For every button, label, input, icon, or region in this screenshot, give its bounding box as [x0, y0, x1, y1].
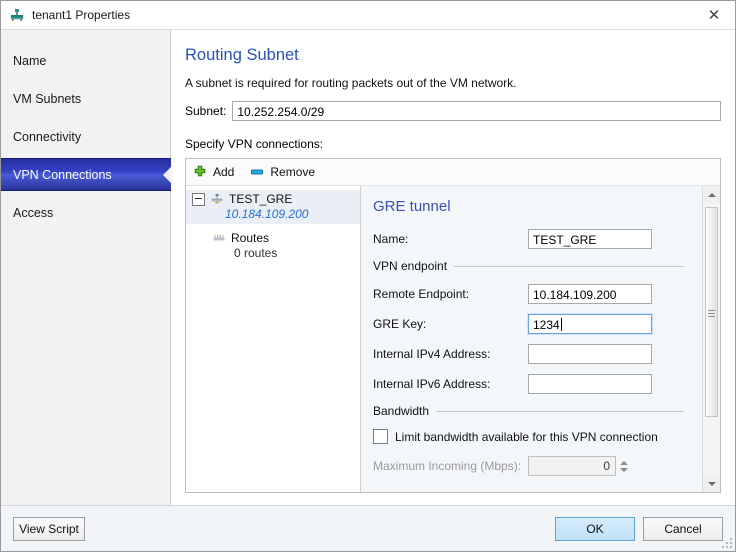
gre-key-value: 1234	[533, 318, 560, 332]
limit-bandwidth-label: Limit bandwidth available for this VPN c…	[395, 429, 658, 444]
internal-ipv4-input[interactable]	[528, 344, 652, 364]
internal-ipv4-label: Internal IPv4 Address:	[373, 347, 491, 361]
group-divider	[454, 265, 684, 267]
internal-ipv6-label: Internal IPv6 Address:	[373, 377, 491, 391]
sidebar-item-vm-subnets[interactable]: VM Subnets	[1, 82, 170, 115]
plus-icon	[193, 165, 207, 179]
main-content: Routing Subnet A subnet is required for …	[171, 30, 735, 505]
tree-node-count: 0 routes	[234, 246, 278, 260]
window-title: tenant1 Properties	[32, 8, 131, 22]
dialog-footer: View Script OK Cancel	[1, 505, 735, 551]
sidebar: Name VM Subnets Connectivity VPN Connect…	[1, 30, 172, 505]
gre-key-row: GRE Key: 1234	[373, 313, 688, 335]
close-icon[interactable]: ✕	[693, 1, 735, 29]
max-incoming-row: Maximum Incoming (Mbps): 0	[373, 456, 688, 476]
panel-toolbar: Add Remove	[186, 159, 720, 186]
tree-node-address: 10.184.109.200	[225, 207, 309, 221]
collapse-expander-icon[interactable]	[192, 192, 205, 206]
vpn-endpoint-group-header: VPN endpoint	[373, 259, 688, 273]
subnet-input[interactable]: 10.252.254.0/29	[232, 101, 721, 121]
bandwidth-group-label: Bandwidth	[373, 404, 430, 418]
name-row: Name: TEST_GRE	[373, 229, 688, 249]
tree-node-label: TEST_GRE	[229, 192, 293, 206]
tree-node-label: Routes	[231, 231, 270, 245]
cancel-button[interactable]: Cancel	[643, 516, 723, 541]
vpn-connection-tree: TEST_GRE 10.184.109.200 Routes 0 routes	[186, 186, 361, 492]
detail-area: GRE tunnel Name: TEST_GRE VPN endpoint R…	[361, 186, 720, 492]
sidebar-item-name[interactable]: Name	[1, 44, 170, 77]
sidebar-item-vpn-connections[interactable]: VPN Connections	[1, 158, 172, 191]
text-caret	[560, 318, 562, 331]
remove-label: Remove	[270, 165, 316, 179]
sidebar-item-label: Name	[13, 53, 47, 68]
resize-grip-icon[interactable]	[720, 536, 732, 548]
properties-window: tenant1 Properties ✕ Name VM Subnets Con…	[0, 0, 736, 552]
stepper-buttons[interactable]	[620, 460, 628, 472]
gre-key-input[interactable]: 1234	[527, 313, 653, 335]
max-incoming-label: Maximum Incoming (Mbps):	[373, 459, 522, 473]
vpn-connections-panel: Add Remove TEST_GRE 10.184.109.200 Route…	[185, 158, 721, 493]
bandwidth-group-header: Bandwidth	[373, 404, 688, 418]
scrollbar-grip-icon	[708, 308, 715, 317]
gre-tunnel-detail: GRE tunnel Name: TEST_GRE VPN endpoint R…	[361, 186, 702, 492]
limit-bandwidth-row[interactable]: Limit bandwidth available for this VPN c…	[373, 429, 688, 444]
scroll-down-icon[interactable]	[703, 475, 720, 492]
limit-bandwidth-checkbox[interactable]	[373, 429, 388, 444]
title-bar: tenant1 Properties ✕	[1, 1, 735, 29]
max-incoming-input[interactable]: 0	[528, 456, 616, 476]
sidebar-item-access[interactable]: Access	[1, 196, 170, 229]
internal-ipv4-row: Internal IPv4 Address:	[373, 344, 688, 364]
scrollbar-thumb[interactable]	[705, 207, 718, 417]
sidebar-item-label: Connectivity	[13, 129, 82, 144]
name-input[interactable]: TEST_GRE	[528, 229, 652, 249]
panel-body: TEST_GRE 10.184.109.200 Routes 0 routes …	[186, 186, 720, 492]
tree-node-test-gre[interactable]: TEST_GRE 10.184.109.200	[186, 190, 360, 224]
specify-vpn-label: Specify VPN connections:	[185, 137, 324, 151]
page-description: A subnet is required for routing packets…	[185, 76, 517, 90]
vpn-endpoint-group-label: VPN endpoint	[373, 259, 448, 273]
remote-endpoint-input[interactable]: 10.184.109.200	[528, 284, 652, 304]
name-label: Name:	[373, 232, 409, 246]
add-label: Add	[213, 165, 235, 179]
subnet-label: Subnet:	[185, 104, 227, 118]
ok-button[interactable]: OK	[555, 516, 635, 541]
tree-node-line: Routes	[212, 231, 360, 245]
max-incoming-stepper[interactable]: 0	[528, 456, 628, 476]
sidebar-item-label: VM Subnets	[13, 91, 82, 106]
gre-key-label: GRE Key:	[373, 317, 427, 331]
vpn-tunnel-icon	[210, 192, 224, 206]
sidebar-item-label: Access	[13, 205, 54, 220]
window-body: Name VM Subnets Connectivity VPN Connect…	[1, 29, 735, 505]
detail-scrollbar[interactable]	[702, 186, 720, 492]
stepper-down-icon[interactable]	[620, 467, 628, 472]
minus-icon	[250, 165, 264, 179]
sidebar-item-connectivity[interactable]: Connectivity	[1, 120, 170, 153]
router-icon	[212, 231, 226, 245]
remote-endpoint-row: Remote Endpoint: 10.184.109.200	[373, 284, 688, 304]
selection-notch-icon	[163, 165, 172, 184]
remote-endpoint-label: Remote Endpoint:	[373, 287, 470, 301]
view-script-button[interactable]: View Script	[13, 516, 85, 541]
scrollbar-track[interactable]	[703, 203, 720, 475]
detail-heading: GRE tunnel	[373, 198, 451, 215]
subnet-row: Subnet: 10.252.254.0/29	[185, 101, 721, 121]
network-tenant-icon	[9, 7, 25, 23]
scroll-up-icon[interactable]	[703, 186, 720, 203]
stepper-up-icon[interactable]	[620, 460, 628, 465]
group-divider	[436, 410, 684, 412]
tree-node-routes[interactable]: Routes 0 routes	[212, 231, 360, 260]
close-glyph: ✕	[707, 6, 721, 24]
internal-ipv6-input[interactable]	[528, 374, 652, 394]
remove-button[interactable]: Remove	[250, 165, 315, 179]
sidebar-item-label: VPN Connections	[13, 167, 112, 182]
page-title: Routing Subnet	[185, 46, 299, 64]
add-button[interactable]: Add	[193, 165, 234, 179]
internal-ipv6-row: Internal IPv6 Address:	[373, 374, 688, 394]
tree-node-line: TEST_GRE	[192, 192, 356, 206]
